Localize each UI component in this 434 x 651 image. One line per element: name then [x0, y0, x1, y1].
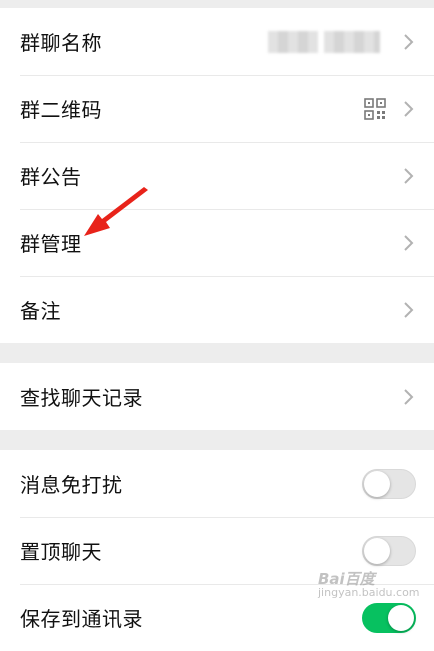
pin-chat-toggle[interactable] [362, 535, 416, 566]
watermark-line2: jingyan.baidu.com [318, 586, 420, 599]
mute-notifications-toggle[interactable] [362, 468, 416, 499]
chevron-right-icon [404, 234, 414, 251]
group-management-label: 群管理 [20, 232, 82, 256]
group-name-row[interactable]: 群聊名称 [0, 8, 434, 75]
settings-group-2: 查找聊天记录 [0, 363, 434, 430]
mute-notifications-label: 消息免打扰 [20, 473, 123, 497]
qr-code-icon [364, 97, 386, 120]
chevron-right-icon [404, 388, 414, 405]
chevron-right-icon [404, 301, 414, 318]
baidu-watermark: Bai百度 jingyan.baidu.com [318, 570, 420, 609]
chevron-right-icon [404, 33, 414, 50]
group-announcement-label: 群公告 [20, 165, 82, 189]
annotation-arrow-icon [84, 187, 148, 236]
save-to-contacts-label: 保存到通讯录 [20, 607, 143, 631]
remark-row[interactable]: 备注 [0, 276, 434, 343]
group-announcement-row[interactable]: 群公告 [0, 142, 434, 209]
chevron-right-icon [404, 100, 414, 117]
toggle-knob [364, 537, 390, 564]
group-name-value-blurred [268, 30, 380, 53]
settings-group-1: 群聊名称 群二维码 群公告 群管理 备注 [0, 8, 434, 343]
settings-group-3: 消息免打扰 置顶聊天 保存到通讯录 [0, 450, 434, 651]
mute-notifications-row: 消息免打扰 [0, 450, 434, 517]
group-name-label: 群聊名称 [20, 31, 102, 55]
group-management-row[interactable]: 群管理 [0, 209, 434, 276]
watermark-line1: Bai百度 [318, 570, 375, 588]
group-qrcode-label: 群二维码 [20, 98, 102, 122]
chevron-right-icon [404, 167, 414, 184]
toggle-knob [364, 470, 390, 497]
pin-chat-label: 置顶聊天 [20, 540, 102, 564]
search-chat-history-row[interactable]: 查找聊天记录 [0, 363, 434, 430]
search-chat-history-label: 查找聊天记录 [20, 386, 143, 410]
remark-label: 备注 [20, 299, 61, 323]
group-qrcode-row[interactable]: 群二维码 [0, 75, 434, 142]
